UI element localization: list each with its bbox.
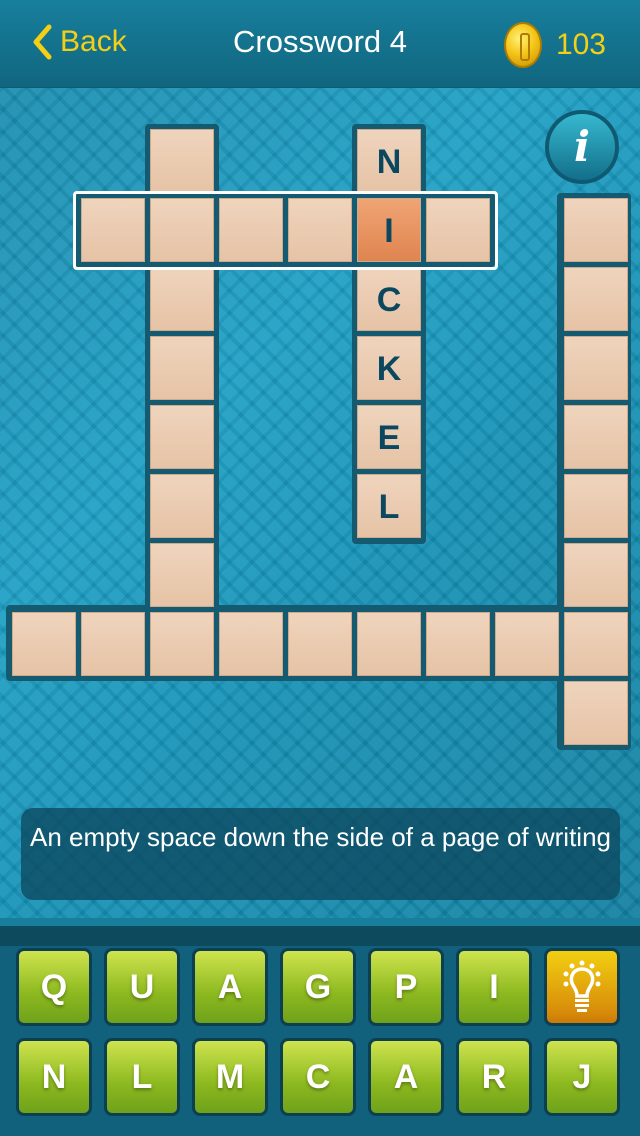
- grid-cell[interactable]: K: [357, 336, 421, 400]
- letter-key[interactable]: U: [104, 948, 180, 1026]
- grid-cell[interactable]: [150, 543, 214, 607]
- grid-cell[interactable]: [564, 405, 628, 469]
- letter-key[interactable]: C: [280, 1038, 356, 1116]
- lightbulb-icon: [563, 960, 601, 1012]
- grid-cell[interactable]: [357, 612, 421, 676]
- letter-key[interactable]: J: [544, 1038, 620, 1116]
- hint-button[interactable]: [544, 948, 620, 1026]
- letter-key[interactable]: A: [192, 948, 268, 1026]
- grid-cell[interactable]: [564, 267, 628, 331]
- letter-key[interactable]: A: [368, 1038, 444, 1116]
- coin-icon: [503, 22, 542, 68]
- letter-key[interactable]: M: [192, 1038, 268, 1116]
- grid-cell[interactable]: [150, 474, 214, 538]
- letter-key[interactable]: N: [16, 1038, 92, 1116]
- grid-cell[interactable]: [150, 612, 214, 676]
- letter-key[interactable]: P: [368, 948, 444, 1026]
- grid-cell[interactable]: [288, 612, 352, 676]
- grid-cell[interactable]: [12, 612, 76, 676]
- clue-text: An empty space down the side of a page o…: [21, 808, 620, 900]
- grid-cell[interactable]: [81, 612, 145, 676]
- grid-cell[interactable]: [564, 474, 628, 538]
- grid-cell[interactable]: [426, 612, 490, 676]
- letter-key[interactable]: R: [456, 1038, 532, 1116]
- letter-key[interactable]: I: [456, 948, 532, 1026]
- grid-cell[interactable]: C: [357, 267, 421, 331]
- coin-count: 103: [555, 28, 606, 61]
- grid-cell[interactable]: [219, 612, 283, 676]
- top-bar: Back Crossword 4 103: [0, 0, 640, 88]
- grid-cell[interactable]: [564, 543, 628, 607]
- letter-key[interactable]: L: [104, 1038, 180, 1116]
- grid-cell[interactable]: E: [357, 405, 421, 469]
- grid-cell[interactable]: L: [357, 474, 421, 538]
- letter-key[interactable]: Q: [16, 948, 92, 1026]
- letter-key[interactable]: G: [280, 948, 356, 1026]
- coin-balance: 103: [503, 22, 606, 68]
- grid-cell[interactable]: [564, 198, 628, 262]
- grid-cell[interactable]: [495, 612, 559, 676]
- grid-cell[interactable]: [564, 681, 628, 745]
- grid-cell[interactable]: N: [357, 129, 421, 193]
- grid-cell[interactable]: [150, 267, 214, 331]
- grid-cell[interactable]: [150, 336, 214, 400]
- grid-cell[interactable]: [150, 405, 214, 469]
- grid-cell[interactable]: [564, 336, 628, 400]
- grid-cell[interactable]: [564, 612, 628, 676]
- info-icon: i: [574, 122, 590, 171]
- info-button[interactable]: i: [545, 110, 619, 184]
- grid-cell[interactable]: [150, 129, 214, 193]
- selected-word-highlight: [73, 191, 498, 270]
